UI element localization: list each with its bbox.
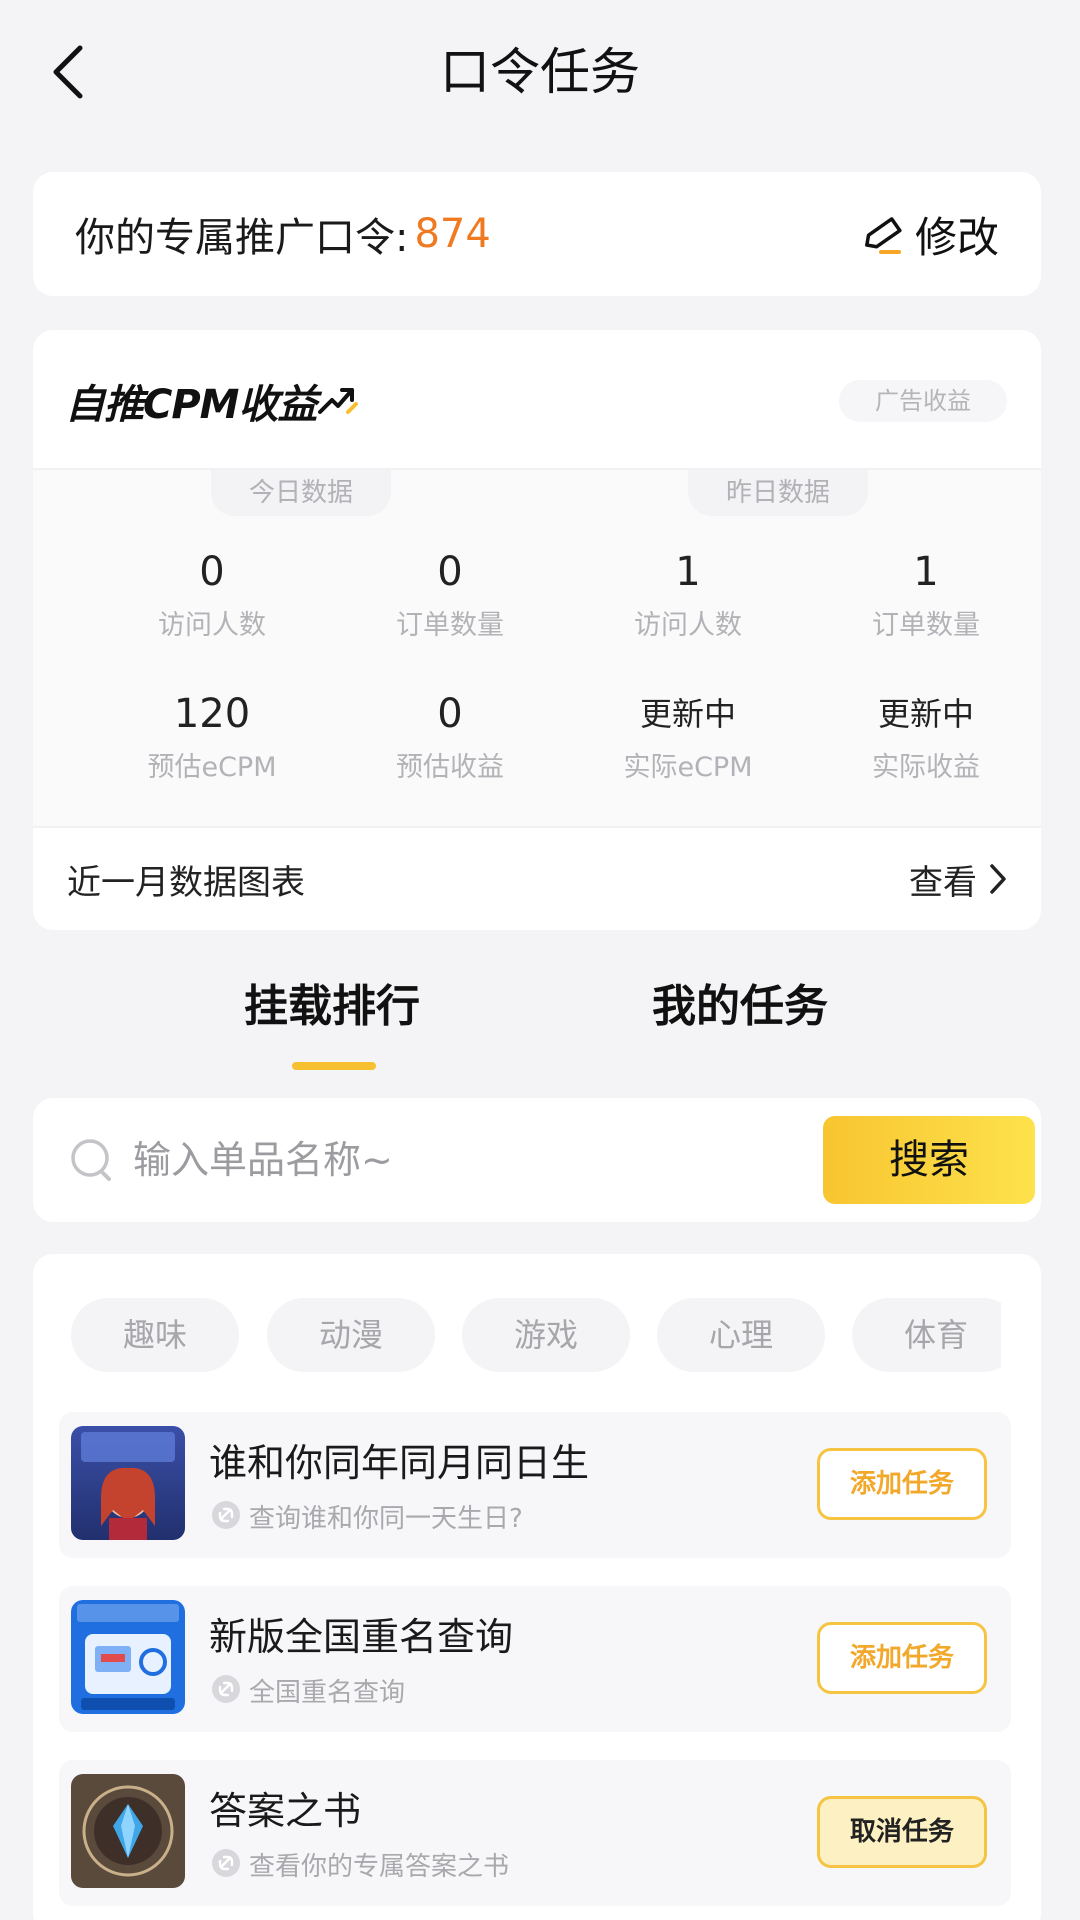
header: 口令任务 [0, 0, 1080, 140]
stats-header: 自推CPM收益 广告收益 [33, 330, 1041, 470]
item-subtitle: 查询谁和你同一天生日? [211, 1498, 523, 1535]
edit-icon [865, 217, 902, 254]
name-query-thumbnail [71, 1600, 185, 1714]
trend-up-icon [318, 382, 359, 428]
stat-label: 访问人数 [634, 610, 742, 641]
stat-label: 实际收益 [872, 752, 980, 783]
stat-label: 访问人数 [158, 610, 266, 641]
stat-actual-ecpm: 更新中 实际eCPM [569, 688, 807, 788]
cpm-stats-card: 自推CPM收益 广告收益 今日数据 昨日数据 0 访问人数 0 订单数量 1 访… [33, 330, 1041, 930]
category-chip[interactable]: 心理 [657, 1298, 825, 1372]
task-list-card: 趣味 动漫 游戏 心理 体育 谁和你同年同月同日生 查询谁和你同一天生日? 添加… [33, 1254, 1041, 1920]
stat-value: 更新中 [639, 695, 736, 733]
stat-actual-revenue: 更新中 实际收益 [807, 688, 1041, 788]
item-title: 答案之书 [209, 1789, 362, 1833]
view-chart-button[interactable]: 查看 [909, 855, 1007, 904]
stat-yesterday-visitors: 1 访问人数 [569, 546, 807, 646]
cancel-task-button[interactable]: 取消任务 [817, 1796, 987, 1868]
item-subtitle-text: 全国重名查询 [249, 1678, 406, 1708]
active-tab-indicator [292, 1062, 376, 1070]
list-item[interactable]: 答案之书 查看你的专属答案之书 取消任务 [59, 1760, 1011, 1906]
chevron-right-icon [990, 864, 1006, 894]
birthday-query-thumbnail [71, 1426, 185, 1540]
thumbnail-image [71, 1600, 185, 1714]
category-chip[interactable]: 动漫 [267, 1298, 435, 1372]
yesterday-data-label: 昨日数据 [688, 470, 868, 516]
search-bar: 搜索 [33, 1098, 1041, 1222]
item-subtitle: 全国重名查询 [211, 1672, 405, 1709]
link-icon [211, 1674, 241, 1708]
item-subtitle: 查看你的专属答案之书 [211, 1846, 509, 1883]
stat-value: 0 [437, 549, 463, 595]
item-subtitle-text: 查询谁和你同一天生日? [249, 1504, 523, 1534]
tab-bar: 挂载排行 我的任务 [0, 970, 1080, 1080]
stat-yesterday-orders: 1 订单数量 [807, 546, 1041, 646]
today-data-label: 今日数据 [211, 470, 391, 516]
monthly-chart-row[interactable]: 近一月数据图表 查看 [33, 826, 1041, 930]
stat-value: 120 [173, 691, 251, 737]
task-list: 谁和你同年同月同日生 查询谁和你同一天生日? 添加任务 新版全国重名查询 全国重… [59, 1412, 1011, 1920]
stat-label: 预估eCPM [147, 752, 277, 783]
stat-today-orders: 0 订单数量 [331, 546, 569, 646]
stat-value: 更新中 [877, 695, 974, 733]
answer-book-thumbnail [71, 1774, 185, 1888]
category-chip[interactable]: 趣味 [71, 1298, 239, 1372]
page-title: 口令任务 [440, 43, 640, 101]
stat-label: 实际eCPM [623, 752, 753, 783]
category-chip[interactable]: 体育 [852, 1298, 1001, 1372]
promo-code-label: 你的专属推广口令: [75, 215, 409, 261]
edit-button[interactable]: 修改 [865, 204, 999, 265]
stat-value: 1 [675, 549, 701, 595]
stats-title-text: 自推CPM收益 [65, 382, 317, 428]
ad-revenue-chip[interactable]: 广告收益 [839, 380, 1007, 422]
stat-value: 1 [913, 549, 939, 595]
category-chips: 趣味 动漫 游戏 心理 体育 [71, 1298, 1001, 1374]
search-button[interactable]: 搜索 [823, 1116, 1035, 1204]
tab-my-tasks[interactable]: 我的任务 [652, 970, 828, 1034]
stats-grid: 今日数据 昨日数据 0 访问人数 0 订单数量 1 访问人数 1 订单数量 12… [33, 470, 1041, 826]
search-input[interactable] [133, 1138, 793, 1182]
category-chip[interactable]: 游戏 [462, 1298, 630, 1372]
stat-label: 订单数量 [872, 610, 980, 641]
promo-code-card: 你的专属推广口令: 874 修改 [33, 172, 1041, 296]
list-item[interactable]: 谁和你同年同月同日生 查询谁和你同一天生日? 添加任务 [59, 1412, 1011, 1558]
stat-label: 预估收益 [396, 752, 504, 783]
stat-value: 0 [199, 549, 225, 595]
item-title: 谁和你同年同月同日生 [209, 1441, 590, 1485]
link-icon [211, 1500, 241, 1534]
monthly-chart-label: 近一月数据图表 [67, 862, 305, 903]
stat-estimated-revenue: 0 预估收益 [331, 688, 569, 788]
view-label: 查看 [909, 862, 977, 903]
stat-today-visitors: 0 访问人数 [93, 546, 331, 646]
stat-label: 订单数量 [396, 610, 504, 641]
add-task-button[interactable]: 添加任务 [817, 1448, 987, 1520]
list-item[interactable]: 新版全国重名查询 全国重名查询 添加任务 [59, 1586, 1011, 1732]
stat-value: 0 [437, 691, 463, 737]
stats-title: 自推CPM收益 [65, 372, 359, 430]
edit-label: 修改 [914, 212, 999, 262]
thumbnail-image [71, 1426, 185, 1540]
add-task-button[interactable]: 添加任务 [817, 1622, 987, 1694]
item-title: 新版全国重名查询 [209, 1615, 514, 1659]
tab-mount-ranking[interactable]: 挂载排行 [244, 970, 420, 1034]
search-icon [71, 1139, 111, 1181]
link-icon [211, 1848, 241, 1882]
stat-estimated-ecpm: 120 预估eCPM [93, 688, 331, 788]
thumbnail-image [71, 1774, 185, 1888]
item-subtitle-text: 查看你的专属答案之书 [249, 1852, 510, 1882]
promo-code-value: 874 [414, 211, 491, 257]
